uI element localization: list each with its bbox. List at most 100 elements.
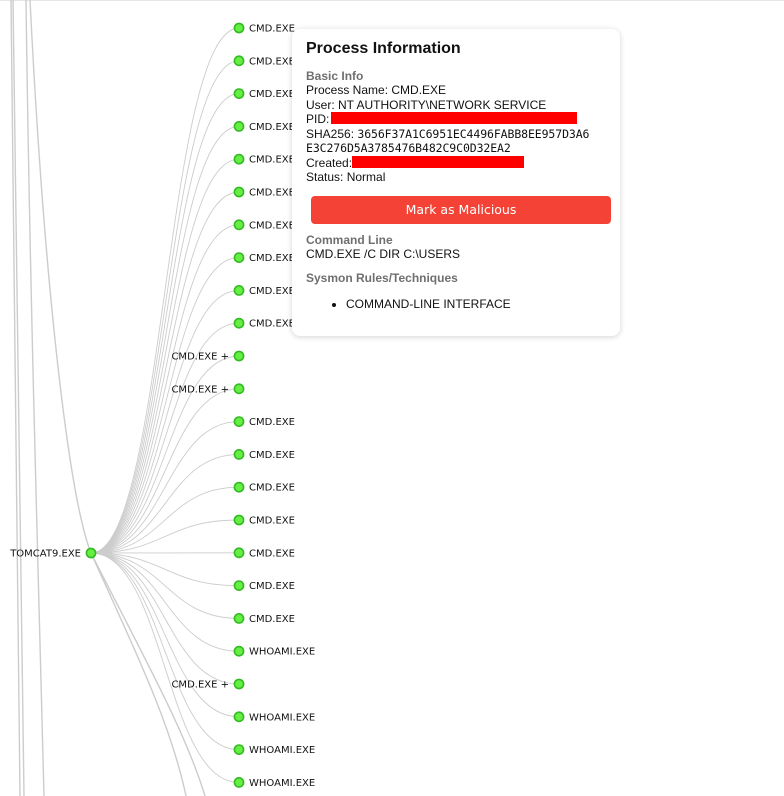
pid-label: PID:: [306, 112, 333, 126]
status-label: Status:: [306, 170, 347, 184]
process-node-circle[interactable]: [233, 514, 245, 526]
process-node-circle[interactable]: [233, 186, 245, 198]
process-node[interactable]: CMD.EXE: [233, 153, 295, 166]
process-node-circle[interactable]: [233, 645, 245, 657]
process-node-label[interactable]: CMD.EXE +: [171, 384, 229, 395]
process-node[interactable]: CMD.EXE: [233, 219, 295, 231]
process-node-circle[interactable]: [233, 777, 245, 788]
process-node[interactable]: CMD.EXE: [233, 121, 295, 133]
process-node-label[interactable]: WHOAMI.EXE: [249, 712, 315, 723]
process-node-circle[interactable]: [233, 55, 245, 67]
process-node[interactable]: CMD.EXE: [233, 55, 295, 67]
tree-link: [90, 388, 240, 554]
sha256-label: SHA256:: [306, 126, 358, 141]
process-node-label[interactable]: CMD.EXE: [249, 483, 295, 494]
tree-link: [90, 552, 240, 685]
tree-link: [90, 552, 240, 751]
process-node-circle[interactable]: [233, 580, 245, 591]
process-node-label[interactable]: WHOAMI.EXE: [249, 745, 315, 756]
process-node-label[interactable]: CMD.EXE: [249, 122, 295, 133]
status-value: Normal: [346, 170, 386, 184]
process-node[interactable]: CMD.EXE: [233, 613, 295, 625]
process-node[interactable]: CMD.EXE: [233, 514, 295, 527]
process-node-circle[interactable]: [233, 711, 245, 723]
root-process-node[interactable]: TOMCAT9.EXE: [9, 547, 97, 560]
process-node[interactable]: CMD.EXE: [233, 252, 295, 264]
process-node-label[interactable]: CMD.EXE: [249, 188, 295, 199]
process-node-circle[interactable]: [233, 153, 245, 165]
process-node-circle[interactable]: [233, 547, 245, 559]
process-name-value: CMD.EXE: [391, 83, 447, 97]
process-node[interactable]: CMD.EXE: [233, 186, 295, 199]
process-node[interactable]: WHOAMI.EXE: [233, 777, 315, 789]
process-node-circle[interactable]: [233, 22, 245, 34]
process-node-circle[interactable]: [233, 744, 245, 755]
process-node[interactable]: CMD.EXE: [233, 317, 295, 330]
process-node-label[interactable]: CMD.EXE: [249, 155, 295, 166]
process-node-circle[interactable]: [233, 383, 245, 395]
pid-row: PID:: [306, 112, 606, 127]
process-node-circle[interactable]: [233, 481, 245, 493]
panel-title: Process Information: [306, 40, 461, 57]
process-node-label[interactable]: CMD.EXE: [249, 89, 295, 100]
process-node-label[interactable]: CMD.EXE +: [171, 352, 229, 363]
basic-info-heading: Basic Info: [306, 69, 364, 83]
process-node[interactable]: CMD.EXE: [233, 580, 295, 592]
process-info-panel: Process Information Basic Info Process N…: [292, 29, 620, 336]
process-node-circle[interactable]: [233, 317, 245, 329]
process-node-label[interactable]: CMD.EXE: [249, 319, 295, 330]
process-node-circle[interactable]: [233, 284, 245, 296]
process-node[interactable]: CMD.EXE: [233, 88, 295, 100]
collapsed-process-node[interactable]: CMD.EXE +: [171, 383, 245, 395]
process-node-circle[interactable]: [233, 613, 245, 624]
user-row: User: NT AUTHORITY\NETWORK SERVICE: [306, 98, 606, 113]
collapsed-process-node[interactable]: CMD.EXE +: [171, 678, 245, 691]
tree-links: [90, 27, 240, 783]
process-node-label[interactable]: WHOAMI.EXE: [249, 647, 315, 658]
process-node-label[interactable]: TOMCAT9.EXE: [9, 549, 81, 560]
tree-link: [90, 93, 240, 554]
created-label: Created:: [306, 155, 356, 170]
process-node-circle[interactable]: [233, 252, 245, 263]
process-node-label[interactable]: CMD.EXE: [249, 548, 295, 559]
tree-link: [90, 421, 240, 554]
command-line-heading: Command Line: [306, 232, 393, 247]
process-node-label[interactable]: CMD.EXE: [249, 417, 295, 428]
process-node[interactable]: CMD.EXE: [233, 448, 295, 461]
process-node-circle[interactable]: [233, 678, 245, 690]
process-node-label[interactable]: CMD.EXE: [249, 24, 295, 35]
sha256-value-line1: 3656F37A1C6951EC4496FABB8EE957D3A6: [357, 126, 590, 141]
process-node[interactable]: CMD.EXE: [233, 284, 295, 297]
process-node[interactable]: WHOAMI.EXE: [233, 711, 315, 723]
tree-link: [90, 552, 240, 619]
process-node[interactable]: CMD.EXE: [233, 547, 295, 559]
mark-as-malicious-button[interactable]: Mark as Malicious: [311, 195, 611, 224]
process-node-circle[interactable]: [85, 547, 97, 559]
process-node-circle[interactable]: [233, 88, 245, 99]
process-node-label[interactable]: CMD.EXE: [249, 286, 295, 297]
process-node[interactable]: CMD.EXE: [233, 481, 295, 494]
process-node-circle[interactable]: [233, 219, 245, 231]
process-node[interactable]: CMD.EXE: [233, 416, 295, 428]
process-node-label[interactable]: CMD.EXE: [249, 516, 295, 527]
background-links: [10, 0, 206, 796]
process-node-label[interactable]: WHOAMI.EXE: [249, 778, 315, 789]
process-node[interactable]: WHOAMI.EXE: [233, 645, 315, 658]
process-tree-view: CMD.EXE CMD.EXE CMD.EXE CMD.EXE CMD.EXE CMD.E…: [0, 0, 784, 796]
process-node-circle[interactable]: [233, 350, 245, 362]
process-node-circle[interactable]: [233, 416, 245, 427]
process-node-label[interactable]: CMD.EXE: [249, 220, 295, 231]
process-node-label[interactable]: CMD.EXE: [249, 253, 295, 264]
sha256-row: SHA256: 3656F37A1C6951EC4496FABB8EE957D3…: [306, 127, 606, 142]
process-node-label[interactable]: CMD.EXE +: [171, 680, 229, 691]
process-node-label[interactable]: CMD.EXE: [249, 581, 295, 592]
tree-link: [90, 289, 240, 554]
process-node-circle[interactable]: [233, 448, 245, 460]
process-node-label[interactable]: CMD.EXE: [249, 614, 295, 625]
process-node-circle[interactable]: [233, 121, 245, 132]
process-node-label[interactable]: CMD.EXE: [249, 56, 295, 67]
process-node[interactable]: WHOAMI.EXE: [233, 744, 315, 756]
process-node-label[interactable]: CMD.EXE: [249, 450, 295, 461]
process-node[interactable]: CMD.EXE: [233, 22, 295, 35]
sysmon-rules-list: COMMAND-LINE INTERFACE: [306, 297, 606, 311]
